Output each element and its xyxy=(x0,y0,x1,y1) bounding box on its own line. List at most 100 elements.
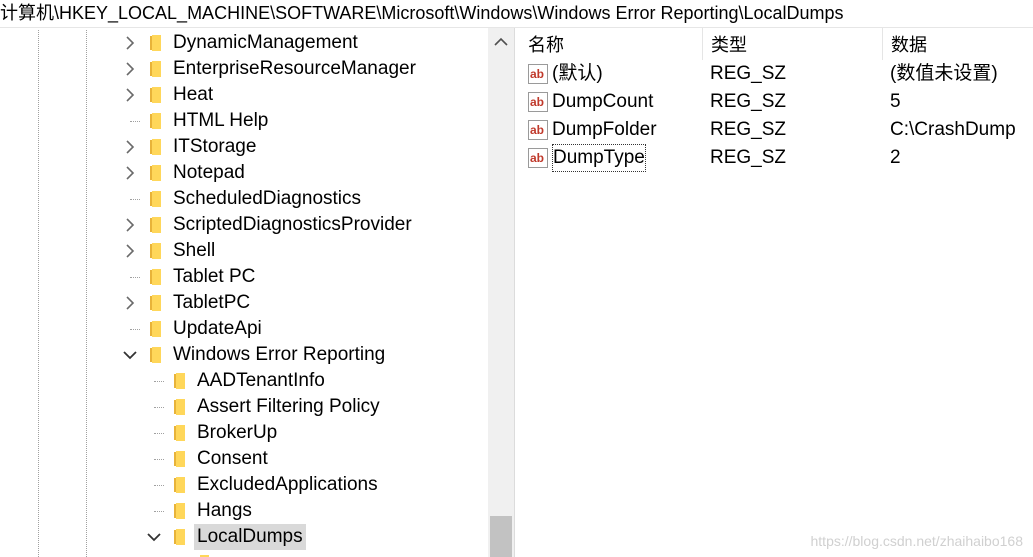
folder-icon xyxy=(148,34,164,52)
scroll-up-button[interactable] xyxy=(488,28,514,54)
folder-icon xyxy=(172,372,188,390)
tree-connector xyxy=(154,485,164,486)
tree-item-label: UpdateApi xyxy=(173,318,262,339)
column-header-type[interactable]: 类型 xyxy=(702,28,882,60)
column-header-data-label: 数据 xyxy=(891,35,927,55)
folder-icon xyxy=(148,164,164,182)
value-type: REG_SZ xyxy=(710,147,787,168)
chevron-up-icon xyxy=(494,37,508,46)
folder-icon xyxy=(172,398,188,416)
key-tree[interactable]: DynamicManagement EnterpriseResourceManag… xyxy=(0,28,514,557)
tree-item[interactable]: HTML Help xyxy=(0,108,488,134)
tree-item-label: Consent xyxy=(197,448,268,469)
value-data: 5 xyxy=(890,91,901,112)
tree-item[interactable]: Assert Filtering Policy xyxy=(0,394,488,420)
tree-item[interactable]: Shell xyxy=(0,238,488,264)
value-row[interactable]: ab DumpFolder REG_SZ C:\CrashDump xyxy=(520,116,1033,144)
tree-item[interactable]: Heat xyxy=(0,82,488,108)
folder-icon xyxy=(148,112,164,130)
value-row[interactable]: ab DumpType REG_SZ 2 xyxy=(520,144,1033,172)
folder-icon xyxy=(148,86,164,104)
value-type: REG_SZ xyxy=(710,63,787,84)
chevron-right-icon[interactable] xyxy=(122,82,138,108)
tree-item[interactable]: TabletPC xyxy=(0,290,488,316)
tree-item-label: ExcludedApplications xyxy=(197,474,378,495)
folder-icon xyxy=(148,320,164,338)
folder-icon xyxy=(148,294,164,312)
value-name: DumpType xyxy=(552,144,646,172)
chevron-right-icon[interactable] xyxy=(122,212,138,238)
chevron-right-icon[interactable] xyxy=(122,56,138,82)
tree-item-label: Windows Error Reporting xyxy=(173,344,386,365)
tree-item-label: Hangs xyxy=(197,500,252,521)
tree-item-label: ITStorage xyxy=(173,136,257,157)
tree-connector xyxy=(154,407,164,408)
values-header: 名称 类型 数据 xyxy=(520,28,1033,60)
tree-connector xyxy=(130,199,140,200)
folder-icon xyxy=(148,60,164,78)
tree-item-label: BrokerUp xyxy=(197,422,278,443)
scroll-thumb[interactable] xyxy=(490,516,512,557)
tree-item-label: EnterpriseResourceManager xyxy=(173,58,416,79)
chevron-right-icon[interactable] xyxy=(122,238,138,264)
tree-item[interactable]: EnterpriseResourceManager xyxy=(0,56,488,82)
tree-item[interactable]: ScriptedDiagnosticsProvider xyxy=(0,212,488,238)
tree-connector xyxy=(154,381,164,382)
tree-item-label: HTML Help xyxy=(173,110,269,131)
tree-connector xyxy=(154,459,164,460)
value-type: REG_SZ xyxy=(710,119,787,140)
reg-sz-icon: ab xyxy=(528,148,548,168)
address-bar[interactable]: 计算机\HKEY_LOCAL_MACHINE\SOFTWARE\Microsof… xyxy=(0,0,1033,28)
folder-icon xyxy=(172,502,188,520)
reg-sz-icon: ab xyxy=(528,120,548,140)
chevron-right-icon[interactable] xyxy=(122,30,138,56)
tree-item[interactable]: BrokerUp xyxy=(0,420,488,446)
value-name: DumpFolder xyxy=(552,119,657,140)
folder-icon xyxy=(172,450,188,468)
values-pane[interactable]: 名称 类型 数据 ab (默认) REG_SZ (数值未设置) ab DumpCount R… xyxy=(520,28,1033,557)
tree-item[interactable]: ExcludedApplications xyxy=(0,472,488,498)
column-header-name-label: 名称 xyxy=(528,35,564,55)
column-header-data[interactable]: 数据 xyxy=(882,28,1033,60)
column-header-type-label: 类型 xyxy=(711,35,747,55)
tree-item[interactable]: Consent xyxy=(0,446,488,472)
column-header-name[interactable]: 名称 xyxy=(520,28,702,60)
tree-connector xyxy=(130,329,140,330)
folder-icon xyxy=(148,190,164,208)
tree-item-label: LocalDumps xyxy=(194,524,306,550)
watermark: https://blog.csdn.net/zhaihaibo168 xyxy=(810,533,1024,549)
svg-text:ab: ab xyxy=(530,95,544,109)
value-row[interactable]: ab (默认) REG_SZ (数值未设置) xyxy=(520,60,1033,88)
folder-icon xyxy=(172,424,188,442)
value-data: (数值未设置) xyxy=(890,63,998,84)
tree-item-label: AADTenantInfo xyxy=(197,370,325,391)
tree-item[interactable]: UpdateApi xyxy=(0,316,488,342)
value-row[interactable]: ab DumpCount REG_SZ 5 xyxy=(520,88,1033,116)
svg-text:ab: ab xyxy=(530,151,544,165)
tree-item-label: Shell xyxy=(173,240,216,261)
tree-item[interactable]: Hangs xyxy=(0,498,488,524)
tree-item[interactable]: LocalDumps xyxy=(0,524,488,550)
tree-item-label: ScheduledDiagnostics xyxy=(173,188,362,209)
tree-scrollbar[interactable] xyxy=(488,28,514,557)
tree-item[interactable]: Windows Error Reporting xyxy=(0,342,488,368)
tree-connector xyxy=(154,433,164,434)
chevron-down-icon[interactable] xyxy=(122,342,138,368)
chevron-down-icon[interactable] xyxy=(146,524,162,550)
tree-item[interactable]: AADTenantInfo xyxy=(0,368,488,394)
folder-icon xyxy=(148,216,164,234)
tree-item-label: Assert Filtering Policy xyxy=(197,396,380,417)
tree-item[interactable]: ScheduledDiagnostics xyxy=(0,186,488,212)
chevron-right-icon[interactable] xyxy=(122,290,138,316)
reg-sz-icon: ab xyxy=(528,64,548,84)
tree-item[interactable]: ITStorage xyxy=(0,134,488,160)
folder-icon xyxy=(172,476,188,494)
chevron-right-icon[interactable] xyxy=(122,134,138,160)
tree-item[interactable]: DynamicManagement xyxy=(0,30,488,56)
svg-text:ab: ab xyxy=(530,67,544,81)
folder-icon xyxy=(148,346,164,364)
tree-item[interactable]: Tablet PC xyxy=(0,264,488,290)
chevron-right-icon[interactable] xyxy=(122,160,138,186)
value-data: C:\CrashDump xyxy=(890,119,1016,140)
tree-item[interactable]: Notepad xyxy=(0,160,488,186)
